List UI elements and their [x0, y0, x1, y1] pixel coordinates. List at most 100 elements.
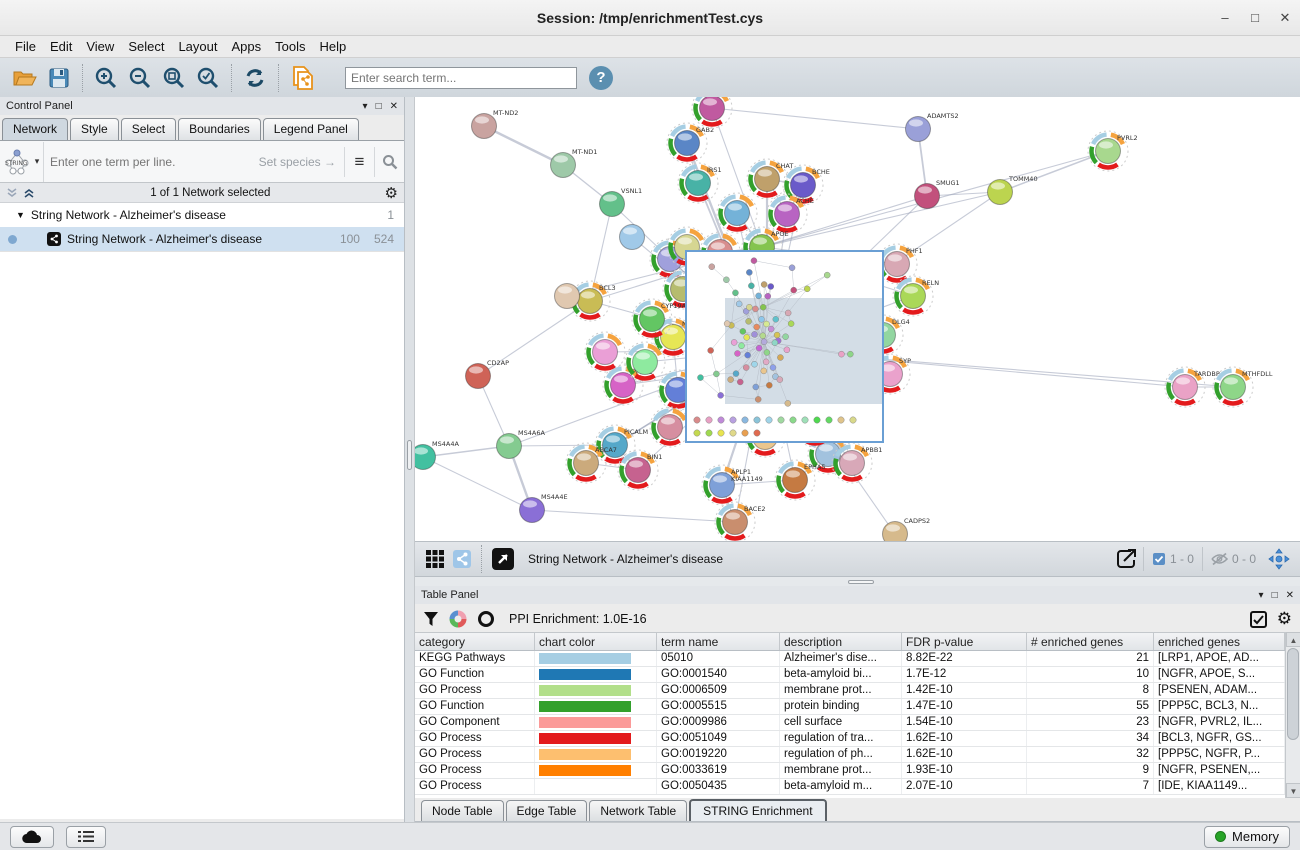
menu-view[interactable]: View [79, 39, 121, 54]
tab-network[interactable]: Network [2, 118, 68, 140]
network-node-bace2[interactable]: BACE2 [715, 502, 766, 541]
scroll-up-arrow[interactable]: ▲ [1286, 632, 1300, 647]
network-node[interactable] [717, 193, 757, 233]
panel-float-icon[interactable]: □ [376, 101, 382, 112]
close-button[interactable]: ✕ [1270, 0, 1300, 36]
tab-style[interactable]: Style [70, 118, 119, 140]
column-header-description[interactable]: description [780, 633, 902, 650]
network-node-tomm40[interactable]: TOMM40 [988, 175, 1038, 205]
table-row[interactable]: GO ProcessGO:0050435beta-amyloid m...2.0… [415, 779, 1285, 795]
tab-select[interactable]: Select [121, 118, 176, 140]
refresh-button[interactable] [238, 62, 272, 94]
network-node-gab2[interactable]: GAB2 [667, 123, 714, 163]
table-row[interactable]: KEGG Pathways05010Alzheimer's dise...8.8… [415, 651, 1285, 667]
help-button[interactable]: ? [589, 66, 613, 90]
table-row[interactable]: GO ProcessGO:0051049regulation of tra...… [415, 731, 1285, 747]
save-session-button[interactable] [42, 62, 76, 94]
gear-icon[interactable]: ⚙ [385, 184, 398, 202]
table-scrollbar[interactable]: ▲ ▼ [1285, 632, 1300, 798]
menu-layout[interactable]: Layout [171, 39, 224, 54]
menu-help[interactable]: Help [313, 39, 354, 54]
tab-node-table[interactable]: Node Table [421, 800, 504, 821]
network-node[interactable] [620, 225, 645, 250]
grid-view-button[interactable] [421, 543, 449, 575]
menu-apps[interactable]: Apps [225, 39, 269, 54]
panel-divider-handle[interactable] [407, 440, 412, 470]
birds-eye-navigator[interactable] [685, 250, 884, 443]
network-node-cd2ap[interactable]: CD2AP [466, 359, 510, 389]
minimize-button[interactable]: – [1210, 0, 1240, 36]
network-edge[interactable] [532, 510, 735, 522]
string-options-button[interactable]: ≡ [344, 147, 374, 177]
column-header--enriched-genes[interactable]: # enriched genes [1027, 633, 1154, 650]
network-node-abca7[interactable]: ABCA7 [566, 443, 617, 483]
expand-all-icon[interactable] [23, 187, 36, 199]
tab-boundaries[interactable]: Boundaries [178, 118, 261, 140]
table-row[interactable]: GO ProcessGO:0019220regulation of ph...1… [415, 747, 1285, 763]
table-row[interactable]: GO ProcessGO:0033619membrane prot...1.93… [415, 763, 1285, 779]
pan-tool-button[interactable] [1264, 543, 1294, 575]
navigator-toggle-button[interactable] [449, 543, 475, 575]
network-edge[interactable] [712, 108, 918, 129]
task-list-button[interactable] [66, 826, 106, 848]
menu-select[interactable]: Select [121, 39, 171, 54]
zoom-out-button[interactable] [123, 62, 157, 94]
search-input[interactable] [345, 67, 577, 89]
cloud-button[interactable] [10, 826, 54, 848]
panel-menu-icon[interactable]: ▾ [363, 101, 368, 112]
column-header-FDR-p-value[interactable]: FDR p-value [902, 633, 1027, 650]
scroll-thumb[interactable] [1287, 648, 1299, 740]
string-db-logo[interactable]: STRING ▾ [0, 142, 44, 182]
network-row[interactable]: String Network - Alzheimer's disease 100… [0, 227, 404, 251]
column-header-chart-color[interactable]: chart color [535, 633, 657, 650]
panel-menu-icon[interactable]: ▾ [1259, 590, 1264, 601]
select-terms-icon[interactable] [1250, 611, 1267, 628]
network-node-adamts2[interactable]: ADAMTS2 [906, 112, 959, 142]
string-search-button[interactable] [374, 147, 404, 177]
network-node-apbb1[interactable]: APBB1 [832, 443, 882, 483]
network-edge[interactable] [484, 126, 563, 165]
network-node-mthfdll[interactable]: MTHFDLL [1213, 367, 1273, 407]
column-header-enriched-genes[interactable]: enriched genes [1154, 633, 1285, 650]
open-session-button[interactable] [8, 62, 42, 94]
network-node[interactable] [692, 97, 732, 128]
donut-chart-icon[interactable] [449, 610, 467, 628]
table-row[interactable]: GO ComponentGO:0009986cell surface1.54E-… [415, 715, 1285, 731]
collapse-all-icon[interactable] [6, 187, 19, 199]
tree-expander-icon[interactable]: ▼ [16, 210, 25, 220]
column-header-category[interactable]: category [415, 633, 535, 650]
menu-file[interactable]: File [8, 39, 43, 54]
panel-close-icon[interactable]: ✕ [1286, 590, 1294, 601]
zoom-in-button[interactable] [89, 62, 123, 94]
table-row[interactable]: GO FunctionGO:0001540beta-amyloid bi...1… [415, 667, 1285, 683]
network-node[interactable] [555, 284, 580, 309]
memory-button[interactable]: Memory [1204, 826, 1290, 848]
tab-edge-table[interactable]: Edge Table [506, 800, 588, 821]
menu-tools[interactable]: Tools [268, 39, 312, 54]
settings-gear-icon[interactable]: ⚙ [1277, 609, 1292, 629]
network-collection-row[interactable]: ▼ String Network - Alzheimer's disease 1 [0, 203, 404, 227]
network-node-ache[interactable]: ACHE [767, 194, 814, 234]
menu-edit[interactable]: Edit [43, 39, 79, 54]
horizontal-splitter-handle[interactable] [848, 580, 874, 584]
network-node-irs1[interactable]: IRS1 [678, 163, 722, 203]
tab-legend-panel[interactable]: Legend Panel [263, 118, 359, 140]
string-query-input[interactable] [44, 155, 259, 169]
export-network-button[interactable] [1109, 543, 1143, 575]
network-node-aplp1[interactable]: APLP1KIAA1149 [702, 465, 763, 505]
filter-icon[interactable] [423, 611, 439, 627]
network-node-vsnl1[interactable]: VSNL1 [600, 187, 643, 217]
fit-content-button[interactable] [488, 543, 518, 575]
maximize-button[interactable]: □ [1240, 0, 1270, 36]
tab-string-enrichment[interactable]: STRING Enrichment [689, 799, 826, 821]
table-row[interactable]: GO ProcessGO:0006509membrane prot...1.42… [415, 683, 1285, 699]
network-node-pvrl2[interactable]: PVRL2 [1088, 131, 1138, 171]
panel-float-icon[interactable]: □ [1272, 590, 1278, 601]
zoom-selected-button[interactable] [191, 62, 225, 94]
network-node-mt-nd2[interactable]: MT-ND2 [472, 109, 519, 139]
network-node-cadps2[interactable]: CADPS2 [883, 517, 931, 541]
network-node-epha5[interactable]: EPHA5 [775, 460, 826, 500]
tab-network-table[interactable]: Network Table [589, 800, 687, 821]
zoom-fit-button[interactable] [157, 62, 191, 94]
scroll-down-arrow[interactable]: ▼ [1286, 783, 1300, 798]
